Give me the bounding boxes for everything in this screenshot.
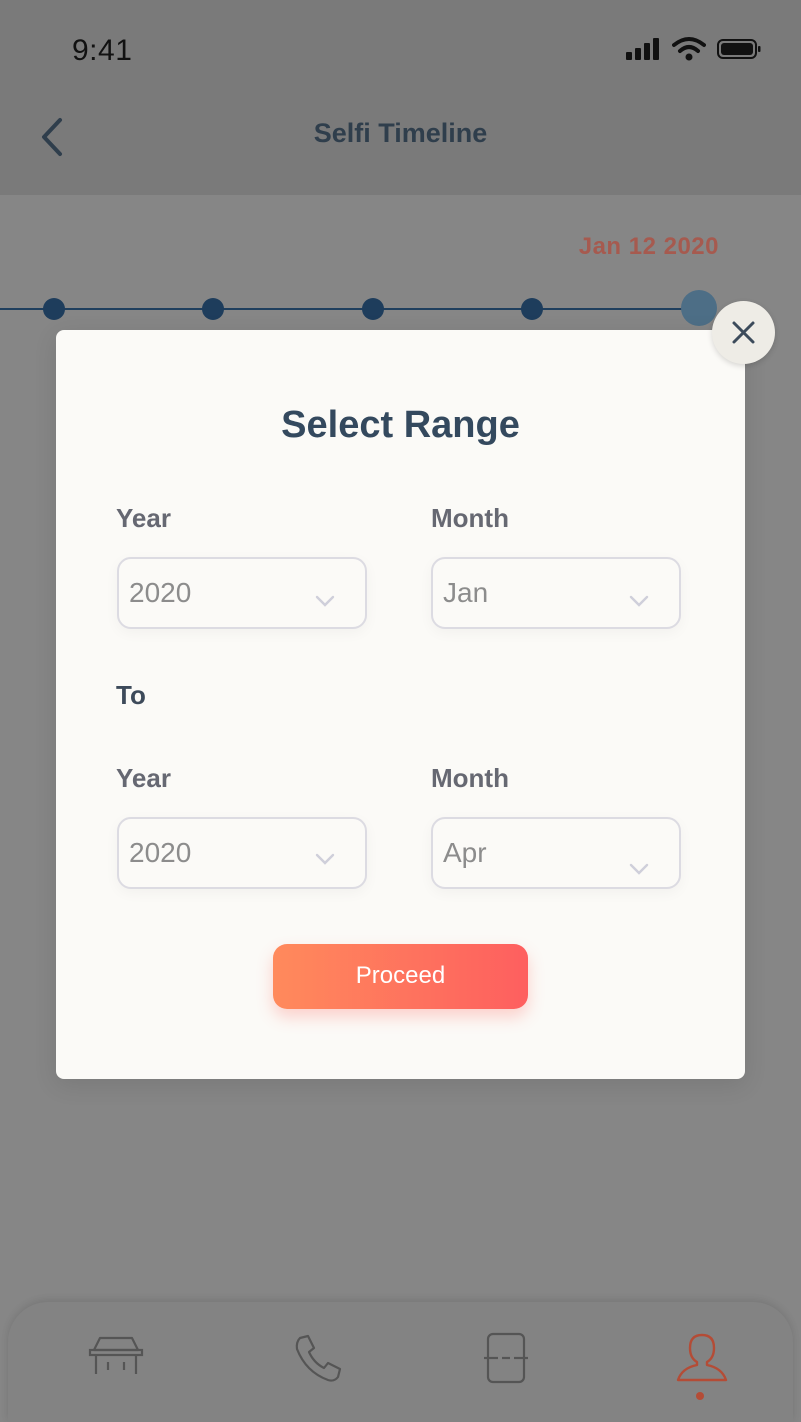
- close-icon: [732, 321, 755, 344]
- modal-title: Select Range: [281, 404, 520, 446]
- timeline-point[interactable]: [43, 298, 65, 320]
- battery-icon: [717, 39, 761, 59]
- chevron-down-icon: [629, 595, 649, 607]
- to-month-value: Apr: [443, 837, 487, 868]
- timeline-track: [0, 308, 700, 310]
- timeline-point[interactable]: [521, 298, 543, 320]
- select-range-modal: Select Range Year Month 2020 Jan To Year…: [56, 330, 745, 1079]
- home-table-icon[interactable]: [86, 1332, 146, 1384]
- timeline-point-active[interactable]: [681, 290, 717, 326]
- from-month-label: Month: [431, 503, 509, 533]
- to-label: To: [116, 680, 146, 710]
- active-tab-indicator: [696, 1392, 704, 1400]
- wifi-icon: [672, 37, 706, 61]
- tab-bar: [8, 1302, 793, 1422]
- to-year-label: Year: [116, 763, 171, 793]
- status-time: 9:41: [72, 34, 133, 67]
- from-year-value: 2020: [129, 577, 192, 608]
- to-year-select[interactable]: 2020: [117, 817, 367, 889]
- from-year-label: Year: [116, 503, 171, 533]
- to-year-value: 2020: [129, 837, 192, 868]
- from-month-value: Jan: [443, 577, 489, 608]
- timeline-point[interactable]: [362, 298, 384, 320]
- timeline-current-date: Jan 12 2020: [578, 233, 719, 260]
- app-screen: 9:41 Selfi Timeline Jan 12 2020 Select R…: [0, 0, 801, 1422]
- to-month-select[interactable]: Apr: [431, 817, 681, 889]
- close-button[interactable]: [712, 301, 775, 364]
- scan-icon[interactable]: [476, 1332, 536, 1384]
- to-month-label: Month: [431, 763, 509, 793]
- page-title: Selfi Timeline: [313, 118, 488, 148]
- profile-icon[interactable]: [672, 1332, 732, 1384]
- timeline-point[interactable]: [202, 298, 224, 320]
- chevron-down-icon: [315, 853, 335, 865]
- chevron-down-icon: [315, 595, 335, 607]
- chevron-down-icon: [629, 863, 649, 875]
- nav-bar: Selfi Timeline: [0, 100, 801, 195]
- status-bar: 9:41: [0, 0, 801, 100]
- from-year-select[interactable]: 2020: [117, 557, 367, 629]
- proceed-button-label: Proceed: [355, 962, 446, 989]
- proceed-button[interactable]: Proceed: [273, 944, 528, 1009]
- phone-icon[interactable]: [288, 1332, 348, 1384]
- signal-icon: [626, 38, 662, 60]
- from-month-select[interactable]: Jan: [431, 557, 681, 629]
